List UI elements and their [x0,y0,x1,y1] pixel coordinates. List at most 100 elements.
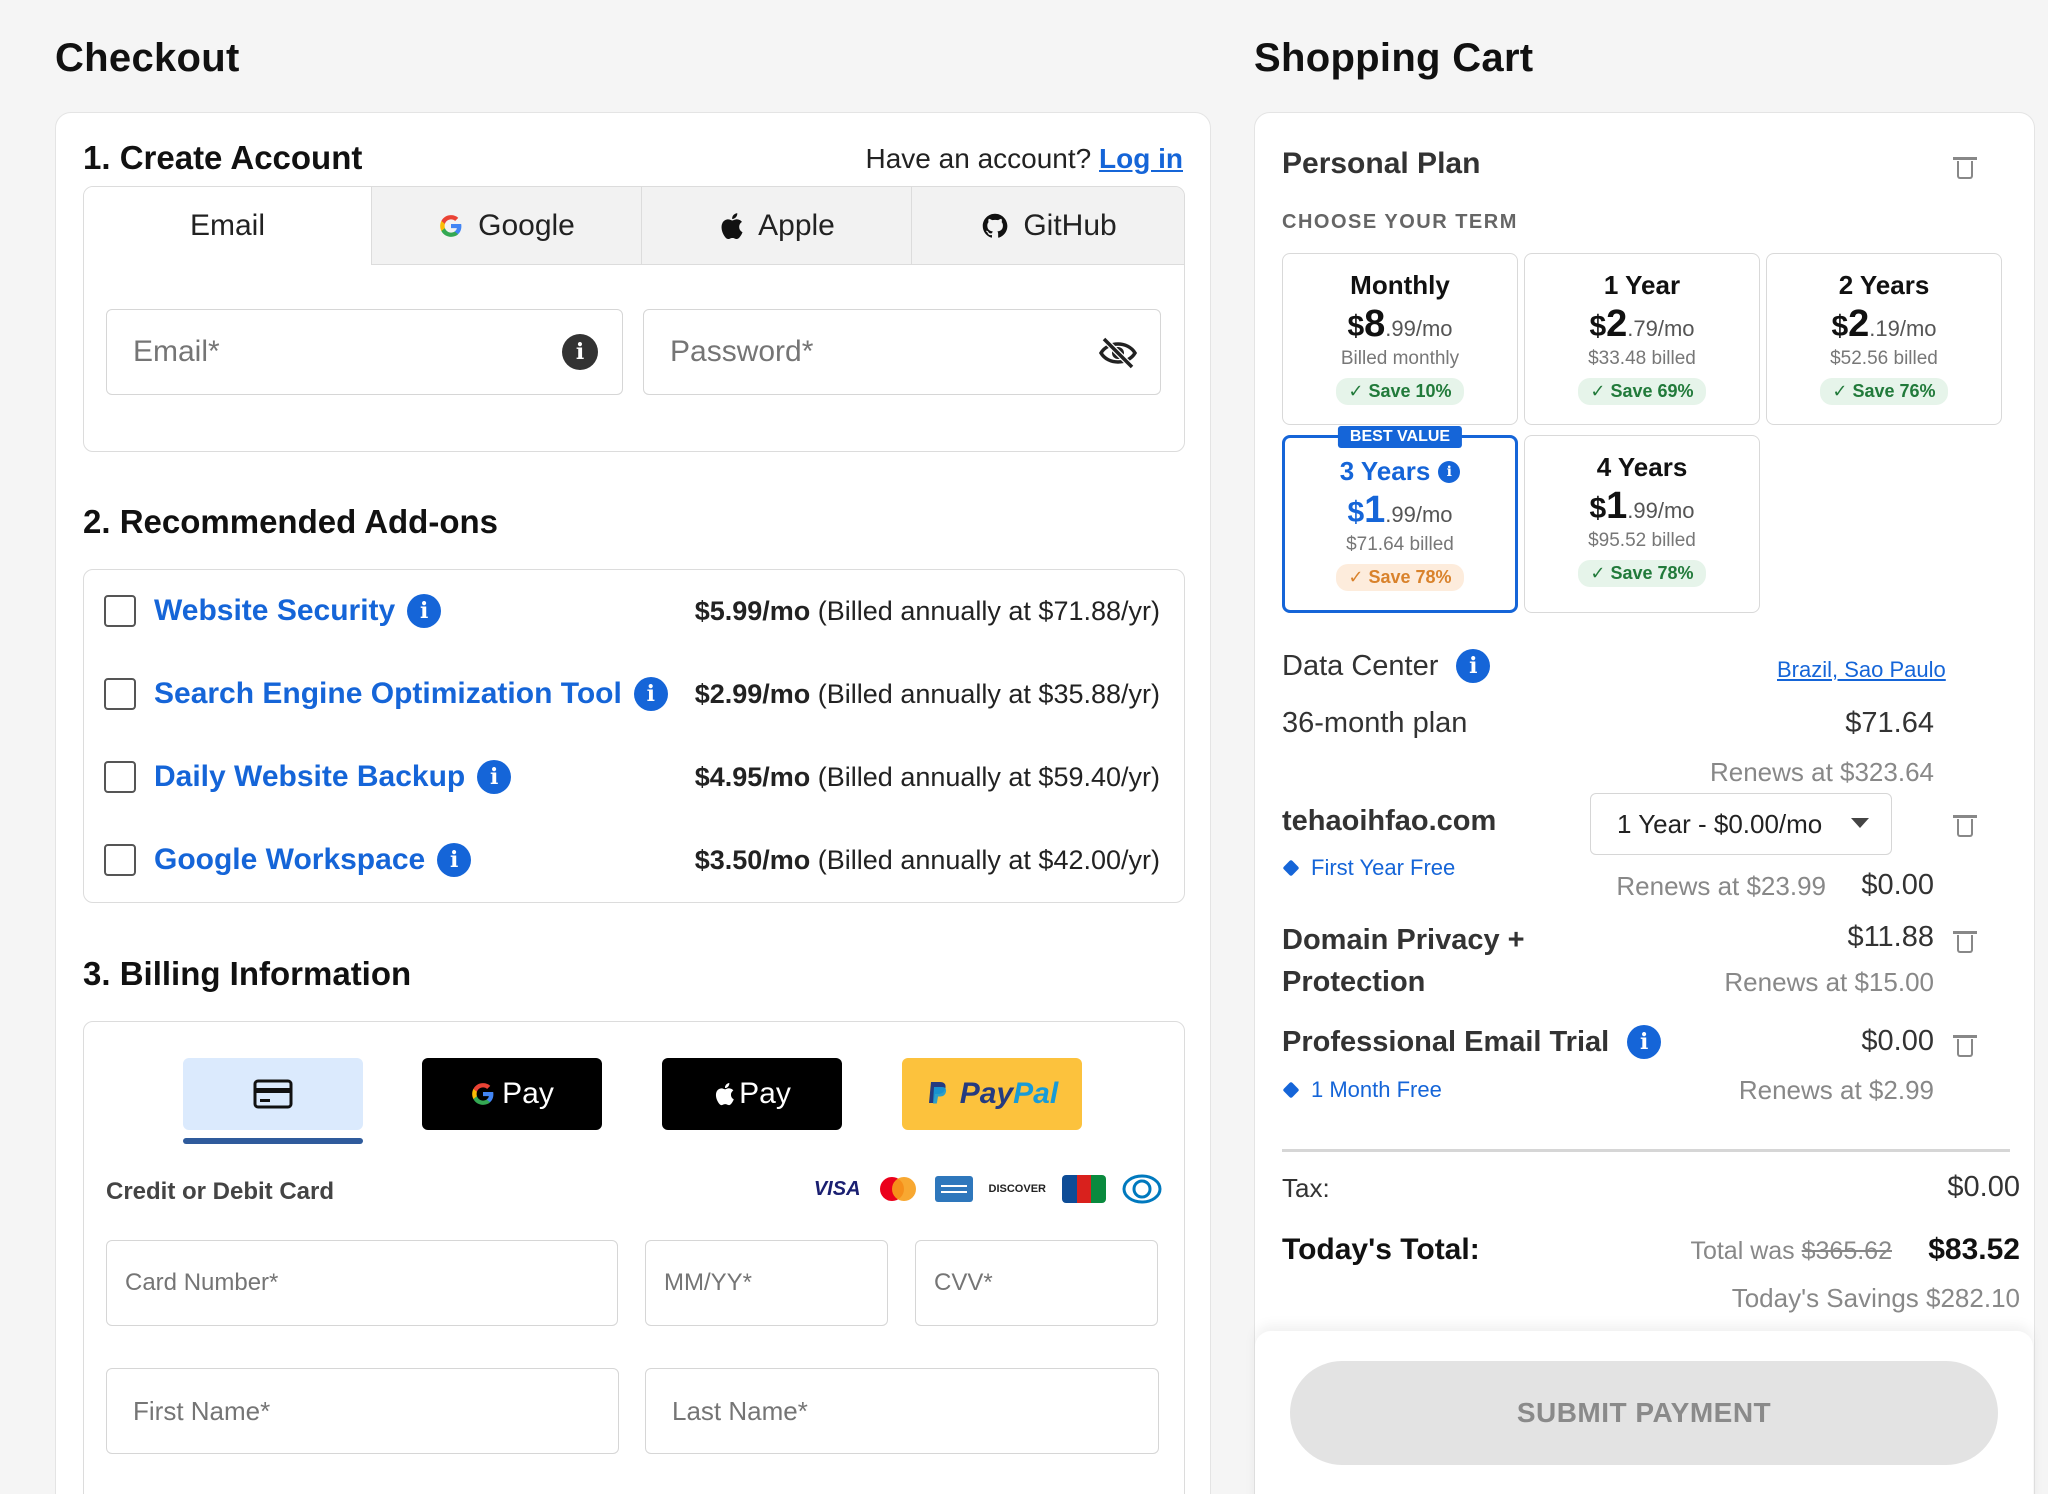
apple-icon [721,212,743,239]
cvv-input[interactable]: CVV* [915,1240,1158,1326]
chevron-down-icon [1851,818,1869,828]
trash-icon[interactable] [1953,1033,1977,1057]
domain-name: tehaoihfao.com [1282,805,1497,837]
card-brands: VISA DISCOVER [814,1174,1162,1204]
save-badge: ✓ Save 69% [1578,378,1706,405]
info-icon[interactable]: i [1438,460,1461,483]
total-value: $83.52 [1928,1233,2020,1266]
domain-tag: First Year Free [1282,855,1455,881]
password-input[interactable]: Password* [643,309,1161,395]
tab-email[interactable]: Email [84,187,371,265]
term-card-4-years[interactable]: 4 Years $1.99/mo $95.52 billed ✓ Save 78… [1524,435,1760,613]
tag-icon [1282,859,1300,877]
plan-renews: Renews at $323.64 [1709,757,1934,787]
privacy-price: $11.88 [1847,921,1934,953]
have-account-text: Have an account? Log in [865,143,1183,174]
tag-icon [1282,1081,1300,1099]
plan-line: 36-month plan [1282,707,1468,739]
addon-name[interactable]: Daily Website Backup [154,760,465,794]
selected-indicator [183,1138,363,1144]
submit-area: SUBMIT PAYMENT [1255,1331,2033,1494]
paypal-icon [928,1082,946,1104]
github-icon [983,213,1008,238]
eye-off-icon[interactable] [1098,336,1138,370]
save-badge: ✓ Save 78% [1336,564,1464,591]
cart-title: Shopping Cart [1254,36,1534,80]
best-value-badge: BEST VALUE [1337,426,1463,448]
term-card-1-year[interactable]: 1 Year $2.79/mo $33.48 billed ✓ Save 69% [1524,253,1760,425]
cart-panel: Personal Plan CHOOSE YOUR TERM Monthly $… [1254,112,2035,1494]
tab-apple[interactable]: Apple [641,187,911,265]
addons-title: 2. Recommended Add-ons [83,503,498,540]
addon-checkbox[interactable] [104,761,136,793]
google-pay-button[interactable]: Pay [422,1058,602,1130]
info-icon[interactable]: i [437,843,472,877]
data-center-link[interactable]: Brazil, Sao Paulo [1777,657,1946,683]
jcb-icon [1062,1175,1106,1203]
domain-term-select[interactable]: 1 Year - $0.00/mo [1590,793,1892,855]
info-icon[interactable]: i [477,760,512,794]
apple-icon [716,1083,734,1106]
tab-google[interactable]: Google [371,187,641,265]
term-card-2-years[interactable]: 2 Years $2.19/mo $52.56 billed ✓ Save 76… [1766,253,2002,425]
addon-checkbox[interactable] [104,595,136,627]
addon-price: $3.50/mo (Billed annually at $42.00/yr) [694,844,1160,875]
tax-label: Tax: [1282,1173,1330,1203]
credit-card-icon [253,1079,293,1109]
last-name-input[interactable]: Last Name* [645,1368,1159,1454]
info-icon[interactable]: i [633,677,668,711]
tax-value: $0.00 [1947,1171,2020,1203]
tab-github[interactable]: GitHub [911,187,1184,265]
first-name-input[interactable]: First Name* [106,1368,619,1454]
expiry-input[interactable]: MM/YY* [645,1240,888,1326]
addon-price: $2.99/mo (Billed annually at $35.88/yr) [694,678,1160,709]
info-icon[interactable]: i [1456,649,1491,683]
info-icon[interactable]: i [562,334,598,370]
card-label: Credit or Debit Card [106,1178,335,1205]
addons-box: Website Security i $5.99/mo (Billed annu… [83,569,1185,903]
addon-row: Website Security i $5.99/mo (Billed annu… [104,586,1160,636]
google-icon [440,214,462,237]
billing-box: Pay Pay Pay Pal Credit or Debit Card VISA… [83,1021,1185,1494]
addon-checkbox[interactable] [104,678,136,710]
visa-icon: VISA [813,1177,861,1200]
trash-icon[interactable] [1953,813,1977,837]
plan-name: Personal Plan [1282,147,1481,180]
total-label: Today's Total: [1282,1233,1480,1266]
addon-row: Daily Website Backup i $4.95/mo (Billed … [104,752,1160,802]
login-link[interactable]: Log in [1099,143,1183,174]
email-input[interactable]: Email* i [106,309,623,395]
term-card-3-years[interactable]: BEST VALUE 3 Years i $1.99/mo $71.64 bil… [1282,426,1518,613]
save-badge: ✓ Save 76% [1820,378,1948,405]
total-was: Total was $365.62 [1690,1237,1892,1265]
email-trial-price: $0.00 [1861,1025,1934,1057]
checkout-title: Checkout [55,36,240,80]
submit-payment-button[interactable]: SUBMIT PAYMENT [1290,1361,1998,1465]
divider [1282,1149,2010,1152]
create-account-title: 1. Create Account [83,139,363,176]
discover-icon: DISCOVER [988,1183,1046,1195]
info-icon[interactable]: i [407,594,442,628]
info-icon[interactable]: i [1627,1025,1662,1059]
addon-name[interactable]: Google Workspace [154,843,425,877]
apple-pay-button[interactable]: Pay [662,1058,842,1130]
email-tag: 1 Month Free [1282,1077,1442,1103]
trash-icon[interactable] [1953,929,1977,953]
paypal-button[interactable]: Pay Pal [902,1058,1082,1130]
addon-row: Search Engine Optimization Tool i $2.99/… [104,669,1160,719]
card-number-input[interactable]: Card Number* [106,1240,618,1326]
save-badge: ✓ Save 78% [1578,560,1706,587]
addon-row: Google Workspace i $3.50/mo (Billed annu… [104,835,1160,885]
addon-name[interactable]: Search Engine Optimization Tool [154,677,622,711]
savings: Today's Savings $282.10 [1731,1283,2020,1313]
addon-name[interactable]: Website Security [154,594,395,628]
mastercard-icon [879,1177,916,1201]
addon-checkbox[interactable] [104,844,136,876]
privacy-renews: Renews at $15.00 [1724,967,1934,997]
email-renews: Renews at $2.99 [1738,1075,1934,1105]
card-pay-button[interactable] [183,1058,363,1130]
trash-icon[interactable] [1953,155,1977,179]
google-icon [472,1083,494,1105]
term-card-monthly[interactable]: Monthly $8.99/mo Billed monthly ✓ Save 1… [1282,253,1518,425]
addon-price: $4.95/mo (Billed annually at $59.40/yr) [694,761,1160,792]
